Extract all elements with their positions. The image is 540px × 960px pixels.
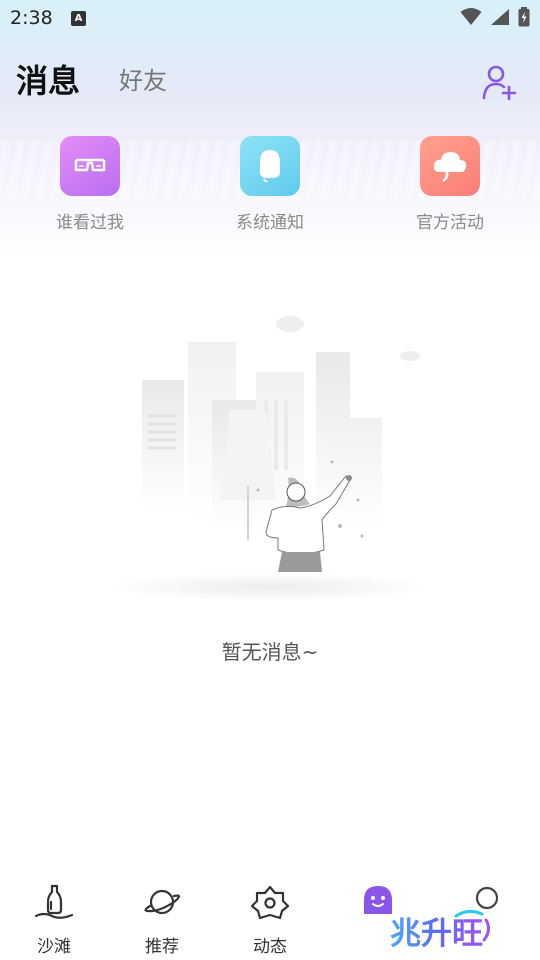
shortcut-label: 系统通知 — [236, 213, 304, 233]
nav-item-beach[interactable]: 沙滩 — [14, 882, 94, 957]
shortcut-row: 谁看过我 系统通知 官方活动 — [0, 136, 540, 246]
cloud-icon — [420, 136, 480, 196]
glasses-icon — [60, 136, 120, 196]
status-bar: 2:38 A — [0, 0, 540, 36]
empty-city-illustration — [108, 316, 432, 601]
svg-text:兆升旺: 兆升旺 — [390, 916, 483, 952]
notification-a-icon: A — [71, 11, 86, 26]
tab-messages[interactable]: 消息 — [16, 56, 80, 102]
add-friend-icon[interactable] — [480, 62, 520, 102]
nav-item-recommend[interactable]: 推荐 — [122, 882, 202, 957]
empty-message-text: 暂无消息~ — [221, 640, 319, 664]
wifi-icon — [460, 8, 482, 25]
signal-icon — [491, 9, 509, 25]
battery-icon — [518, 7, 530, 27]
nav-label: 沙滩 — [37, 937, 71, 957]
nav-label: 推荐 — [145, 937, 179, 957]
bottom-navigation: 沙滩 推荐 动态 兆升旺 — [0, 870, 540, 960]
nav-item-moments[interactable]: 动态 — [230, 882, 310, 957]
shortcut-official-activity[interactable]: 官方活动 — [390, 136, 510, 233]
flower-icon — [250, 885, 290, 920]
bell-icon — [240, 136, 300, 196]
status-icons — [460, 7, 530, 27]
status-time: 2:38 — [10, 7, 53, 29]
nav-label: 动态 — [253, 937, 287, 957]
messages-header: 消息 好友 — [0, 52, 540, 102]
shortcut-label: 谁看过我 — [56, 213, 124, 233]
tab-friends[interactable]: 好友 — [119, 61, 167, 96]
shortcut-system-notice[interactable]: 系统通知 — [210, 136, 330, 233]
planet-icon — [144, 889, 181, 915]
beach-bottle-icon — [34, 884, 74, 919]
shortcut-label: 官方活动 — [416, 213, 484, 233]
shortcut-who-viewed-me[interactable]: 谁看过我 — [30, 136, 150, 233]
brand-watermark: 兆升旺 — [390, 909, 491, 952]
